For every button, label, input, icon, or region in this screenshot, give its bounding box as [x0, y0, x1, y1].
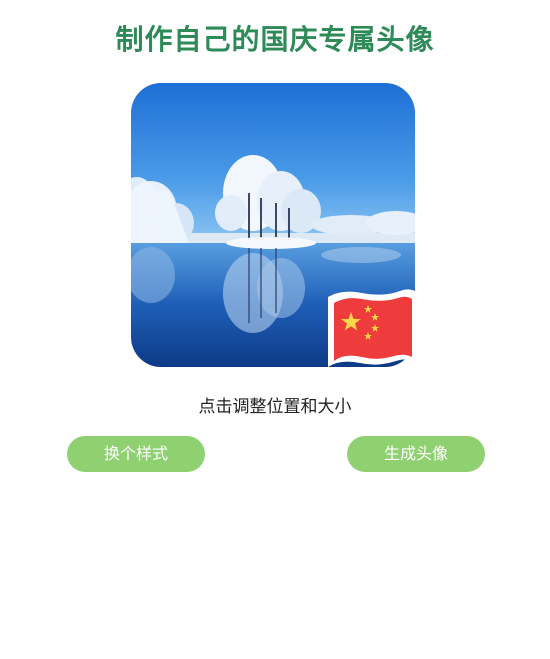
page: 制作自己的国庆专属头像 点击调整位置和大小 换个样式 生成头像	[0, 0, 550, 659]
page-title: 制作自己的国庆专属头像	[115, 23, 435, 56]
adjust-hint-text: 点击调整位置和大小	[198, 397, 352, 417]
generate-avatar-button[interactable]: 生成头像	[347, 436, 485, 472]
china-flag-icon[interactable]	[322, 283, 422, 371]
avatar-preview[interactable]	[131, 83, 418, 367]
change-style-button[interactable]: 换个样式	[67, 436, 205, 472]
